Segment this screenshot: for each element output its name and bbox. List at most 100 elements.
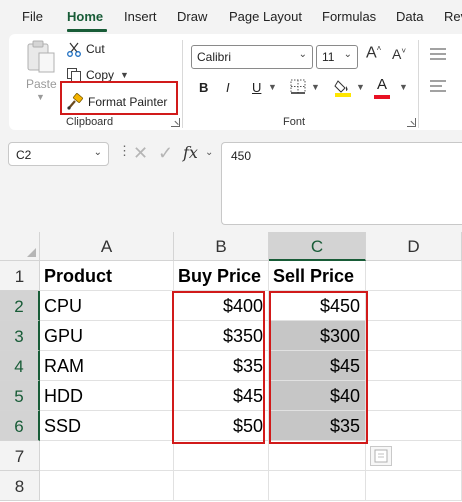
cell-a2[interactable]: CPU: [40, 291, 174, 321]
cancel-icon[interactable]: ✕: [133, 143, 148, 164]
cell-a4[interactable]: RAM: [40, 351, 174, 381]
formula-controls: ✕ ✓ fx ⌄: [131, 142, 217, 166]
enter-checkmark-icon[interactable]: ✓: [158, 143, 173, 164]
cell-b8[interactable]: [174, 471, 269, 501]
tab-insert[interactable]: Insert: [124, 9, 157, 24]
chevron-down-icon[interactable]: ⌄: [205, 147, 213, 158]
row-header-4[interactable]: 4: [0, 351, 40, 381]
select-all-triangle-icon: [27, 248, 36, 257]
increase-font-size-button[interactable]: A˄: [366, 44, 381, 62]
chevron-down-icon: ⌄: [298, 49, 307, 60]
row-header-6[interactable]: 6: [0, 411, 40, 441]
chevron-down-icon[interactable]: ▼: [356, 82, 365, 92]
fill-color-icon[interactable]: [334, 78, 352, 97]
buy-price-range-highlight: [172, 291, 265, 444]
font-size-select[interactable]: 11 ⌄: [316, 45, 358, 69]
tab-file[interactable]: File: [22, 9, 43, 24]
format-painter-highlight: [60, 81, 178, 115]
row-header-1[interactable]: 1: [0, 261, 40, 291]
top-align-icon[interactable]: [430, 48, 446, 60]
select-all-button[interactable]: [0, 232, 40, 261]
chevron-down-icon[interactable]: ▼: [399, 82, 408, 92]
tab-data[interactable]: Data: [396, 9, 423, 24]
row-header-5[interactable]: 5: [0, 381, 40, 411]
cut-button[interactable]: Cut: [66, 39, 105, 59]
cut-label: Cut: [86, 42, 105, 56]
cell-b1[interactable]: Buy Price: [174, 261, 269, 291]
chevron-down-icon[interactable]: ▼: [120, 70, 129, 80]
paste-icon: [27, 40, 55, 73]
clipboard-dialog-launcher-icon[interactable]: [171, 118, 180, 127]
chevron-down-icon: ⌄: [93, 147, 102, 158]
cell-d2[interactable]: [366, 291, 462, 321]
cell-c7[interactable]: [269, 441, 366, 471]
cell-a8[interactable]: [40, 471, 174, 501]
formula-input[interactable]: 450: [221, 142, 462, 225]
clipboard-group-label: Clipboard: [66, 116, 114, 128]
formula-value: 450: [231, 149, 252, 163]
shrink-font-label: A: [392, 46, 402, 62]
row-header-3[interactable]: 3: [0, 321, 40, 351]
cell-d6[interactable]: [366, 411, 462, 441]
cell-a3[interactable]: GPU: [40, 321, 174, 351]
cell-d4[interactable]: [366, 351, 462, 381]
ribbon-tab-bar: File Home Insert Draw Page Layout Formul…: [0, 0, 462, 34]
cell-d5[interactable]: [366, 381, 462, 411]
tab-home[interactable]: Home: [67, 9, 103, 24]
row-header-7[interactable]: 7: [0, 441, 40, 471]
chevron-down-icon[interactable]: ▼: [268, 82, 277, 92]
cell-d1[interactable]: [366, 261, 462, 291]
borders-icon[interactable]: [290, 79, 307, 95]
tab-page-layout[interactable]: Page Layout: [229, 9, 302, 24]
chevron-down-icon: ⌄: [343, 49, 352, 60]
row-header-8[interactable]: 8: [0, 471, 40, 501]
worksheet-grid: A B C D 1 2 3 4 5 6 7 8 Product Buy Pric…: [0, 232, 462, 502]
column-header-b[interactable]: B: [174, 232, 269, 261]
column-header-d[interactable]: D: [366, 232, 462, 261]
cell-a1[interactable]: Product: [40, 261, 174, 291]
formula-bar-resize-handle[interactable]: ⋮: [118, 144, 131, 157]
italic-button[interactable]: I: [226, 80, 230, 95]
column-header-a[interactable]: A: [40, 232, 174, 261]
chevron-down-icon[interactable]: ▼: [311, 82, 320, 92]
copy-label: Copy: [86, 68, 115, 82]
font-color-swatch: [374, 95, 390, 99]
chevron-down-icon: ▼: [36, 92, 45, 102]
column-header-c[interactable]: C: [269, 232, 366, 261]
font-size-value: 11: [322, 50, 335, 64]
underline-button[interactable]: U: [252, 80, 261, 95]
cell-c8[interactable]: [269, 471, 366, 501]
cell-b7[interactable]: [174, 441, 269, 471]
formula-bar: C2 ⌄ ⋮ ✕ ✓ fx ⌄ 450: [0, 132, 462, 232]
font-name-value: Calibri: [197, 50, 232, 64]
cell-c1[interactable]: Sell Price: [269, 261, 366, 291]
group-divider: [418, 40, 419, 128]
insert-function-button[interactable]: fx: [183, 143, 198, 162]
paste-options-icon: [374, 449, 388, 463]
tab-draw[interactable]: Draw: [177, 9, 207, 24]
bold-button[interactable]: B: [199, 80, 208, 95]
name-box-value: C2: [16, 148, 32, 162]
active-tab-indicator: [67, 29, 107, 32]
font-name-select[interactable]: Calibri ⌄: [191, 45, 313, 69]
sell-price-range-highlight: [269, 291, 368, 444]
cell-a5[interactable]: HDD: [40, 381, 174, 411]
paste-options-button[interactable]: [370, 446, 392, 466]
ribbon: Paste ▼ Cut Copy ▼ Format Painter Clipbo…: [0, 34, 462, 132]
cell-d8[interactable]: [366, 471, 462, 501]
cell-a7[interactable]: [40, 441, 174, 471]
align-left-icon[interactable]: [430, 80, 446, 92]
cell-a6[interactable]: SSD: [40, 411, 174, 441]
font-color-button[interactable]: A: [377, 76, 387, 93]
font-dialog-launcher-icon[interactable]: [407, 118, 416, 127]
grow-font-label: A: [366, 44, 377, 62]
row-header-2[interactable]: 2: [0, 291, 40, 321]
group-divider: [182, 40, 183, 128]
font-color-letter: A: [377, 76, 388, 93]
name-box[interactable]: C2 ⌄: [8, 142, 109, 166]
cell-d3[interactable]: [366, 321, 462, 351]
tab-review[interactable]: Rev: [444, 9, 462, 24]
tab-formulas[interactable]: Formulas: [322, 9, 376, 24]
paste-label: Paste: [26, 77, 57, 91]
decrease-font-size-button[interactable]: A˅: [392, 46, 406, 62]
